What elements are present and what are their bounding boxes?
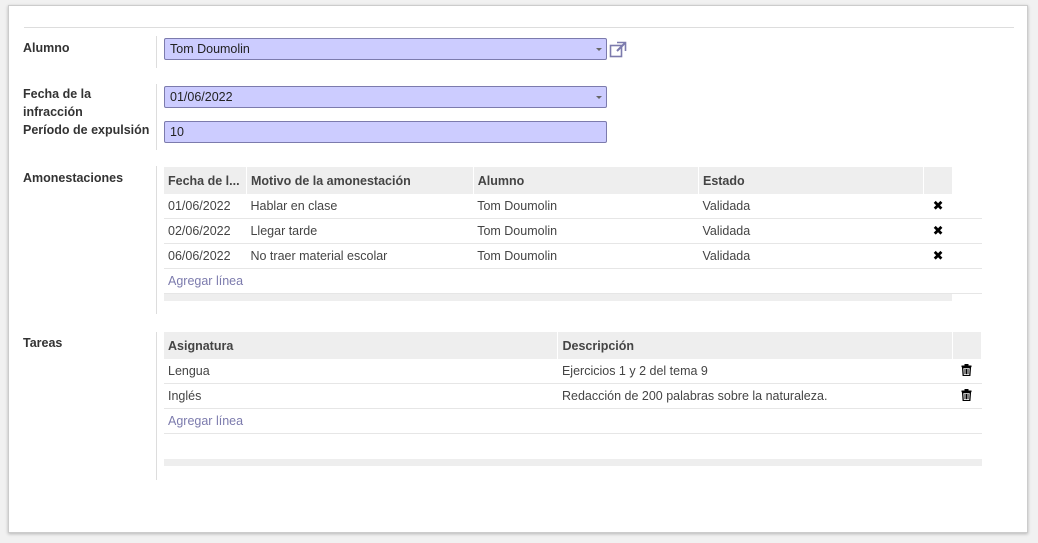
table-footer [164, 459, 982, 466]
cell-alumno[interactable]: Tom Doumolin [473, 218, 699, 244]
amonestaciones-table: Fecha de l... Motivo de la amonestación … [164, 167, 982, 294]
periodo-value: 10 [170, 125, 184, 139]
field-separator [156, 84, 157, 150]
chevron-down-icon[interactable] [596, 96, 602, 99]
column-header-fecha[interactable]: Fecha de l... [164, 167, 247, 194]
table-row[interactable]: 02/06/2022 Llegar tarde Tom Doumolin Val… [164, 218, 982, 244]
cell-fecha[interactable]: 01/06/2022 [164, 194, 247, 219]
column-header-actions [923, 167, 954, 194]
chevron-down-icon[interactable] [596, 48, 602, 51]
cell-alumno[interactable]: Tom Doumolin [473, 243, 699, 269]
add-line-link[interactable]: Agregar línea [164, 408, 982, 434]
table-footer [164, 294, 952, 301]
column-header-descripcion[interactable]: Descripción [557, 332, 953, 359]
periodo-label: Período de expulsión [23, 123, 150, 137]
cell-estado[interactable]: Validada [698, 194, 924, 219]
column-spacer [952, 167, 982, 194]
column-header-asignatura[interactable]: Asignatura [164, 332, 559, 359]
cell-fecha[interactable]: 06/06/2022 [164, 243, 247, 269]
form-sheet: Alumno Tom Doumolin Fecha de la infracci… [8, 5, 1028, 533]
add-line-row[interactable]: Agregar línea [164, 408, 982, 434]
column-header-motivo[interactable]: Motivo de la amonestación [246, 167, 474, 194]
column-header-alumno[interactable]: Alumno [473, 167, 699, 194]
periodo-input[interactable]: 10 [164, 121, 607, 143]
fecha-label-line1: Fecha de la [23, 87, 92, 101]
trash-icon[interactable] [961, 388, 972, 401]
table-header-row: Fecha de l... Motivo de la amonestación … [164, 167, 982, 194]
table-row[interactable]: Inglés Redacción de 200 palabras sobre l… [164, 383, 982, 409]
tareas-table: Asignatura Descripción Lengua Ejercicios… [164, 332, 983, 434]
row-spacer [952, 218, 982, 244]
cell-motivo[interactable]: Hablar en clase [246, 194, 474, 219]
table-row[interactable]: 01/06/2022 Hablar en clase Tom Doumolin … [164, 194, 982, 219]
fecha-date-field[interactable]: 01/06/2022 [164, 86, 607, 108]
field-separator [156, 166, 157, 314]
alumno-value: Tom Doumolin [170, 42, 250, 56]
cell-motivo[interactable]: Llegar tarde [246, 218, 474, 244]
external-link-icon[interactable] [609, 41, 627, 59]
trash-icon[interactable] [952, 383, 982, 409]
remove-icon[interactable]: ✖ [923, 243, 953, 269]
cell-estado[interactable]: Validada [698, 243, 924, 269]
remove-icon[interactable]: ✖ [923, 218, 953, 244]
cell-fecha[interactable]: 02/06/2022 [164, 218, 247, 244]
column-header-estado[interactable]: Estado [698, 167, 925, 194]
trash-icon[interactable] [961, 363, 972, 376]
add-line-link[interactable]: Agregar línea [164, 268, 982, 294]
row-spacer [952, 243, 982, 269]
fecha-value: 01/06/2022 [170, 90, 233, 104]
amonestaciones-label: Amonestaciones [23, 171, 124, 185]
cell-estado[interactable]: Validada [698, 218, 924, 244]
column-header-actions [952, 332, 983, 359]
cell-alumno[interactable]: Tom Doumolin [473, 194, 699, 219]
add-line-row[interactable]: Agregar línea [164, 268, 982, 294]
remove-icon[interactable]: ✖ [923, 194, 953, 219]
row-spacer [952, 194, 982, 219]
cell-descripcion[interactable]: Redacción de 200 palabras sobre la natur… [557, 383, 953, 409]
field-separator [156, 332, 157, 480]
table-header-row: Asignatura Descripción [164, 332, 983, 359]
trash-icon[interactable] [952, 359, 982, 384]
cell-motivo[interactable]: No traer material escolar [246, 243, 474, 269]
table-row[interactable]: 06/06/2022 No traer material escolar Tom… [164, 243, 982, 269]
divider [24, 27, 1014, 28]
alumno-select[interactable]: Tom Doumolin [164, 38, 607, 60]
table-row[interactable]: Lengua Ejercicios 1 y 2 del tema 9 [164, 359, 982, 384]
fecha-label-line2: infracción [23, 105, 83, 119]
field-separator [156, 36, 157, 68]
cell-asignatura[interactable]: Lengua [164, 359, 558, 384]
tareas-label: Tareas [23, 336, 63, 350]
alumno-label: Alumno [23, 41, 70, 55]
fecha-label: Fecha de la infracción [23, 85, 91, 121]
cell-descripcion[interactable]: Ejercicios 1 y 2 del tema 9 [557, 359, 953, 384]
cell-asignatura[interactable]: Inglés [164, 383, 558, 409]
